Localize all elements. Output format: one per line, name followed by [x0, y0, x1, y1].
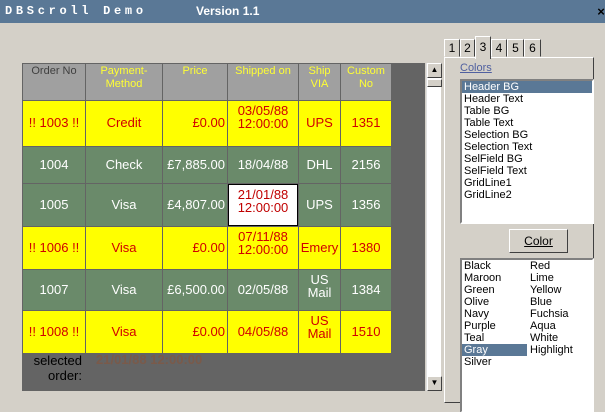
color-option[interactable]: Gray [462, 344, 527, 356]
cell-order-no[interactable]: 1007 [23, 270, 85, 310]
tab-4[interactable]: 4 [491, 39, 507, 57]
scroll-up-arrow-icon[interactable]: ▲ [427, 63, 442, 78]
cell-price[interactable]: £6,500.00 [163, 270, 227, 310]
color-option[interactable]: White [528, 332, 592, 344]
column-header-payment-method[interactable]: Payment-Method [86, 64, 162, 100]
list-item[interactable]: SelField BG [462, 153, 592, 165]
color-option[interactable]: Highlight [528, 344, 592, 356]
cell-ship-via[interactable]: DHL [299, 147, 340, 183]
cell-price[interactable]: £0.00 [163, 101, 227, 146]
cell-payment-method[interactable]: Visa [86, 227, 162, 269]
cell-payment-method[interactable]: Credit [86, 101, 162, 146]
cell-order-no[interactable]: 1004 [23, 147, 85, 183]
window-client-area: Order No Payment-Method Price Shipped on Shi… [0, 23, 605, 412]
cell-custom-no[interactable]: 1351 [341, 101, 391, 146]
cell-order-no[interactable]: !! 1006 !! [23, 227, 85, 269]
column-header-ship-via[interactable]: Ship VIA [299, 64, 340, 100]
list-item[interactable]: GridLine1 [462, 177, 592, 189]
cell-payment-method[interactable]: Check [86, 147, 162, 183]
cell-ship-via[interactable]: US Mail [299, 311, 340, 353]
selected-order-value: 21/01/88 12:00:00 [96, 352, 203, 367]
color-option[interactable]: Aqua [528, 320, 592, 332]
cell-order-no[interactable]: !! 1008 !! [23, 311, 85, 353]
cell-shipped-on[interactable]: 07/11/88 12:00:00 [228, 227, 298, 269]
cell-shipped-on[interactable]: 04/05/88 [228, 311, 298, 353]
cell-custom-no[interactable]: 1356 [341, 184, 391, 226]
cell-price[interactable]: £0.00 [163, 227, 227, 269]
tab-6[interactable]: 6 [524, 39, 541, 57]
column-header-price[interactable]: Price [163, 64, 227, 100]
cell-shipped-on[interactable]: 18/04/88 [228, 147, 298, 183]
color-option[interactable]: Blue [528, 296, 592, 308]
cell-custom-no[interactable]: 2156 [341, 147, 391, 183]
selected-order-label: selected order: [33, 353, 82, 383]
close-icon[interactable]: × [595, 5, 605, 19]
cell-payment-method[interactable]: Visa [86, 270, 162, 310]
cell-price[interactable]: £0.00 [163, 311, 227, 353]
list-item[interactable]: Header BG [462, 81, 592, 93]
color-option[interactable]: Fuchsia [528, 308, 592, 320]
list-item[interactable]: Table BG [462, 105, 592, 117]
scroll-thumb[interactable] [427, 79, 442, 87]
cell-shipped-on[interactable]: 02/05/88 [228, 270, 298, 310]
color-button-label: Color [524, 234, 553, 248]
color-option[interactable]: Lime [528, 272, 592, 284]
tab-2[interactable]: 2 [460, 39, 475, 57]
grid-vertical-scrollbar[interactable]: ▲ ▼ [426, 63, 442, 391]
window-version: Version 1.1 [196, 4, 260, 18]
tab-3[interactable]: 3 [475, 36, 491, 59]
color-option[interactable]: Silver [462, 356, 527, 368]
cell-ship-via[interactable]: UPS [299, 101, 340, 146]
cell-price[interactable]: £7,885.00 [163, 147, 227, 183]
color-option[interactable]: Navy [462, 308, 527, 320]
column-header-shipped-on[interactable]: Shipped on [228, 64, 298, 100]
color-option[interactable]: Purple [462, 320, 527, 332]
color-option[interactable]: Olive [462, 296, 527, 308]
cell-ship-via[interactable]: UPS [299, 184, 340, 226]
column-header-order-no[interactable]: Order No [23, 64, 85, 100]
cell-order-no[interactable]: 1005 [23, 184, 85, 226]
colors-label: Colors [460, 62, 492, 74]
cell-order-no[interactable]: !! 1003 !! [23, 101, 85, 146]
cell-ship-via[interactable]: Emery [299, 227, 340, 269]
cell-custom-no[interactable]: 1384 [341, 270, 391, 310]
color-option[interactable]: Green [462, 284, 527, 296]
color-option[interactable]: Yellow [528, 284, 592, 296]
order-grid[interactable]: Order No Payment-Method Price Shipped on Shi… [22, 63, 425, 391]
cell-custom-no[interactable]: 1510 [341, 311, 391, 353]
color-option[interactable]: Teal [462, 332, 527, 344]
color-option[interactable]: Red [528, 260, 592, 272]
color-option[interactable]: Black [462, 260, 527, 272]
list-item[interactable]: Selection Text [462, 141, 592, 153]
color-name-list[interactable]: Black Maroon Green Olive Navy Purple Teal Gray S… [460, 258, 594, 412]
cell-payment-method[interactable]: Visa [86, 184, 162, 226]
list-item[interactable]: GridLine2 [462, 189, 592, 201]
color-option[interactable]: Maroon [462, 272, 527, 284]
list-item[interactable]: Selection BG [462, 129, 592, 141]
cell-shipped-on[interactable]: 21/01/88 12:00:00 [228, 184, 298, 226]
color-button[interactable]: Color [509, 229, 568, 253]
tab-5[interactable]: 5 [507, 39, 524, 57]
list-item[interactable]: SelField Text [462, 165, 592, 177]
tab-1[interactable]: 1 [444, 39, 460, 57]
cell-payment-method[interactable]: Visa [86, 311, 162, 353]
scroll-down-arrow-icon[interactable]: ▼ [427, 376, 442, 391]
title-bar: DBScroll Demo Version 1.1 × [0, 0, 605, 23]
column-header-custom-no[interactable]: Custom No [341, 64, 391, 100]
list-item[interactable]: Table Text [462, 117, 592, 129]
cell-ship-via[interactable]: US Mail [299, 270, 340, 310]
cell-custom-no[interactable]: 1380 [341, 227, 391, 269]
list-item[interactable]: Header Text [462, 93, 592, 105]
color-target-list[interactable]: Header BG Header Text Table BG Table Text Se… [460, 79, 594, 224]
cell-shipped-on[interactable]: 03/05/88 12:00:00 [228, 101, 298, 146]
cell-price[interactable]: £4,807.00 [163, 184, 227, 226]
window-title: DBScroll Demo [5, 4, 147, 18]
